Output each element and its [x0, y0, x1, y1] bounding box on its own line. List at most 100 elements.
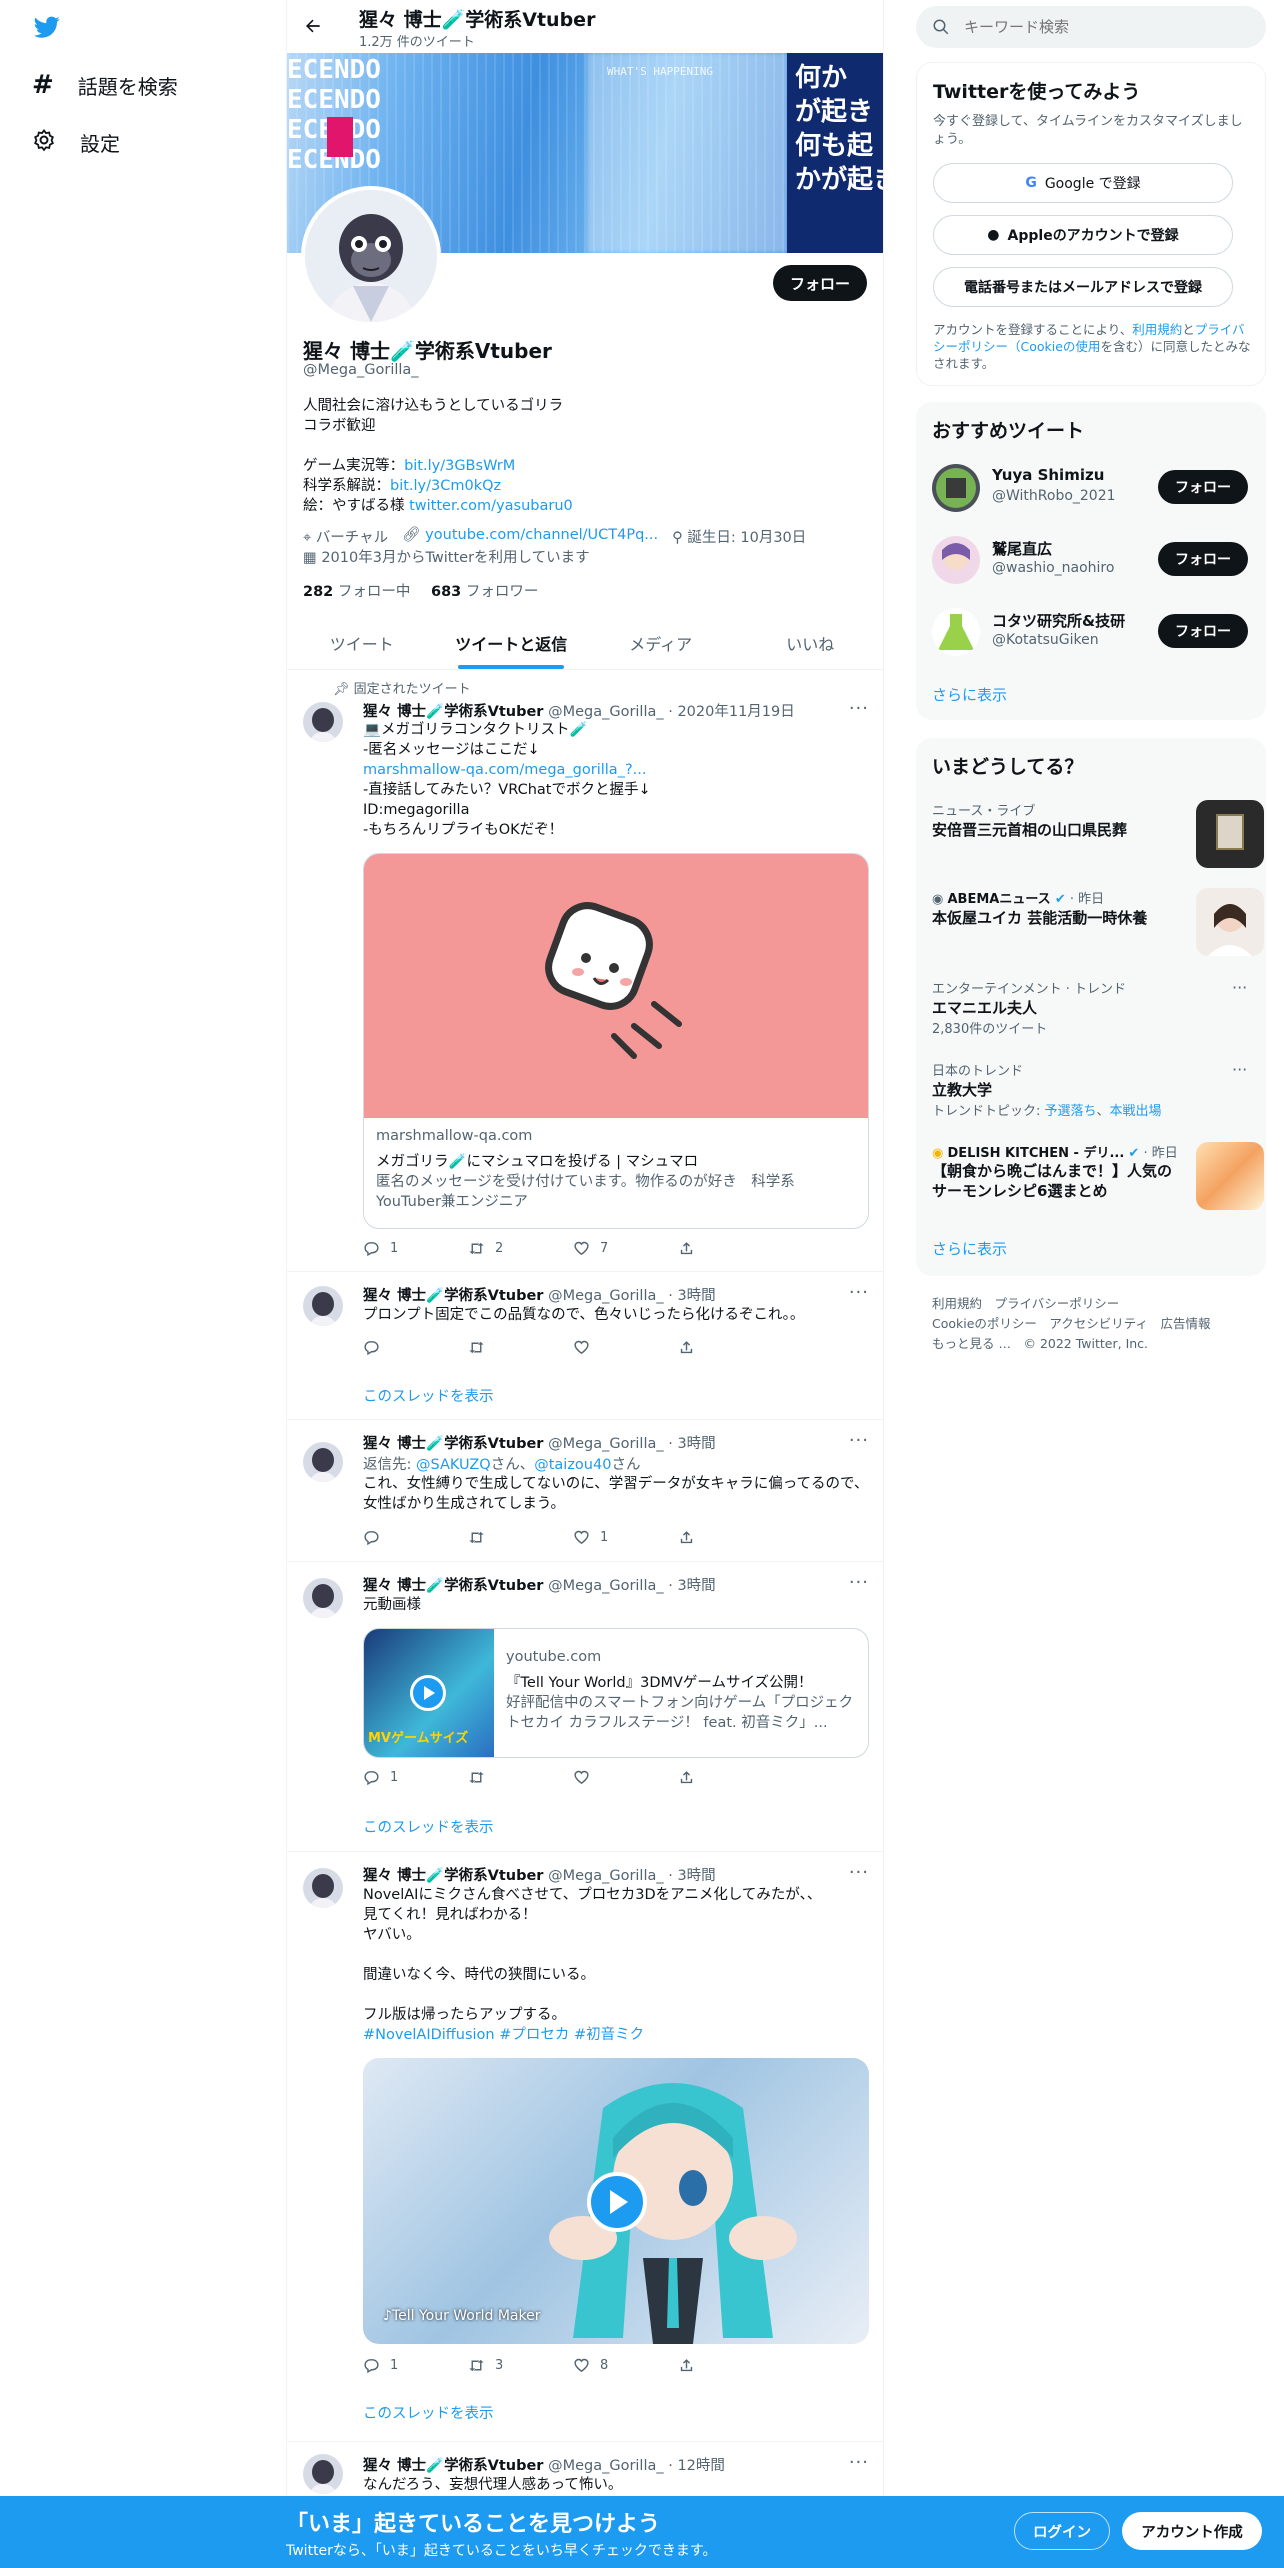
bio-science-link[interactable]: bit.ly/3Cm0kQz: [390, 478, 501, 494]
tweet-time[interactable]: · 3時間: [668, 1288, 715, 1304]
link-card-marshmallow[interactable]: marshmallow-qa.com メガゴリラ🧪にマシュマロを投げる | マシ…: [363, 853, 869, 1229]
like-button[interactable]: 7: [573, 1240, 678, 1257]
login-button[interactable]: ログイン: [1014, 2512, 1110, 2550]
tweet-link[interactable]: marshmallow-qa.com/mega_gorilla_?...: [363, 760, 873, 780]
tweet-time[interactable]: · 2020年11月19日: [668, 704, 795, 720]
tweet-3[interactable]: 猩々 博士🧪学術系Vtuber @Mega_Gorilla_ · 3時間 ···…: [287, 1420, 883, 1562]
topic-link[interactable]: 予選落ち: [1045, 1104, 1097, 1119]
show-thread-link[interactable]: このスレッドを表示: [363, 1385, 494, 1406]
recommended-more-link[interactable]: さらに表示: [932, 684, 1007, 705]
like-button[interactable]: 1: [573, 1529, 678, 1546]
tab-media[interactable]: メディア: [586, 616, 736, 669]
phone-signup-button[interactable]: 電話番号またはメールアドレスで登録: [933, 267, 1233, 307]
tweet-author-name[interactable]: 猩々 博士🧪学術系Vtuber: [363, 1578, 543, 1594]
nav-explore[interactable]: # 話題を検索: [32, 70, 178, 100]
follow-user-button[interactable]: フォロー: [1158, 614, 1248, 648]
footer-line[interactable]: もっと見る … © 2022 Twitter, Inc.: [932, 1334, 1211, 1354]
share-button[interactable]: [678, 1769, 783, 1786]
reply-mention[interactable]: @taizou40: [534, 1457, 611, 1473]
like-button[interactable]: [573, 1769, 678, 1786]
trend-item[interactable]: エンターテインメント · トレンド エマニエル夫人 2,830件のツイート ··…: [932, 978, 1252, 1048]
tab-tweets-replies[interactable]: ツイートと返信: [437, 616, 587, 669]
follow-user-button[interactable]: フォロー: [1158, 542, 1248, 576]
tweet-author-name[interactable]: 猩々 博士🧪学術系Vtuber: [363, 1868, 543, 1884]
search-input[interactable]: [964, 18, 1224, 36]
tweet-author-handle[interactable]: @Mega_Gorilla_: [548, 1868, 664, 1884]
retweet-button[interactable]: 3: [468, 2357, 573, 2374]
recommended-user[interactable]: 鷲尾直広 @washio_naohiro フォロー: [932, 534, 1252, 586]
tweet-avatar[interactable]: [303, 1286, 343, 1326]
reply-button[interactable]: 1: [363, 1240, 468, 1257]
reply-button[interactable]: 1: [363, 1769, 468, 1786]
tab-tweets[interactable]: ツイート: [287, 616, 437, 669]
terms-link[interactable]: 利用規約: [1132, 322, 1182, 337]
tweet-author-handle[interactable]: @Mega_Gorilla_: [548, 1436, 664, 1452]
more-options-icon[interactable]: ···: [849, 1430, 869, 1451]
like-button[interactable]: 8: [573, 2357, 678, 2374]
profile-avatar[interactable]: [301, 186, 441, 326]
play-icon[interactable]: [587, 2172, 647, 2232]
profile-url-link[interactable]: youtube.com/channel/UCT4Pq...: [425, 527, 658, 543]
reply-mention[interactable]: @SAKUZQ: [416, 1457, 491, 1473]
more-options-icon[interactable]: ···: [1232, 978, 1247, 997]
bio-art-link[interactable]: twitter.com/yasubaru0: [409, 498, 573, 514]
retweet-button[interactable]: [468, 1339, 573, 1356]
tweet-author-handle[interactable]: @Mega_Gorilla_: [548, 1288, 664, 1304]
following-link[interactable]: 282 フォロー中: [303, 584, 410, 600]
tweet-author-name[interactable]: 猩々 博士🧪学術系Vtuber: [363, 1436, 543, 1452]
tweet-avatar[interactable]: [303, 1868, 343, 1908]
tweet-author-handle[interactable]: @Mega_Gorilla_: [548, 704, 664, 720]
more-options-icon[interactable]: ···: [1232, 1060, 1247, 1079]
more-options-icon[interactable]: ···: [849, 698, 869, 719]
tweet-pinned[interactable]: 📌︎ 固定されたツイート 猩々 博士🧪学術系Vtuber @Mega_Goril…: [287, 670, 883, 1272]
tweet-avatar[interactable]: [303, 1578, 343, 1618]
tweet-author-name[interactable]: 猩々 博士🧪学術系Vtuber: [363, 704, 543, 720]
retweet-button[interactable]: 2: [468, 1240, 573, 1257]
show-thread-link[interactable]: このスレッドを表示: [363, 1816, 494, 1837]
tab-likes[interactable]: いいね: [736, 616, 884, 669]
create-account-button[interactable]: アカウント作成: [1122, 2512, 1262, 2550]
reply-button[interactable]: [363, 1529, 468, 1546]
more-options-icon[interactable]: ···: [849, 1572, 869, 1593]
tweet-avatar[interactable]: [303, 702, 343, 742]
back-arrow-icon[interactable]: [303, 16, 323, 40]
followers-link[interactable]: 683 フォロワー: [431, 584, 538, 600]
tweet-author-handle[interactable]: @Mega_Gorilla_: [548, 1578, 664, 1594]
follow-user-button[interactable]: フォロー: [1158, 470, 1248, 504]
more-options-icon[interactable]: ···: [849, 1282, 869, 1303]
recommended-user[interactable]: Yuya Shimizu @WithRobo_2021 フォロー: [932, 462, 1252, 514]
bio-game-link[interactable]: bit.ly/3GBsWrM: [404, 458, 515, 474]
tweet-author-name[interactable]: 猩々 博士🧪学術系Vtuber: [363, 1288, 543, 1304]
tweet-avatar[interactable]: [303, 1442, 343, 1482]
like-button[interactable]: [573, 1339, 678, 1356]
twitter-logo-icon[interactable]: [32, 14, 62, 44]
google-signup-button[interactable]: G Google で登録: [933, 163, 1233, 203]
topic-link[interactable]: 本戦出場: [1110, 1104, 1162, 1119]
footer-line[interactable]: Cookieのポリシー アクセシビリティ 広告情報: [932, 1314, 1211, 1334]
tweet-time[interactable]: · 3時間: [668, 1436, 715, 1452]
tweet-avatar[interactable]: [303, 2454, 343, 2494]
share-button[interactable]: [678, 1240, 783, 1257]
trend-item[interactable]: ◉ ABEMAニュース ✔ · 昨日 本仮屋ユイカ 芸能活動一時休養: [932, 888, 1264, 958]
tweet-time[interactable]: · 3時間: [668, 1868, 715, 1884]
more-options-icon[interactable]: ···: [849, 1862, 869, 1883]
tweet-5[interactable]: 猩々 博士🧪学術系Vtuber @Mega_Gorilla_ · 3時間 ···…: [287, 1852, 883, 2442]
show-thread-link[interactable]: このスレッドを表示: [363, 2402, 494, 2423]
tweet-time[interactable]: · 12時間: [668, 2458, 725, 2474]
tweet-hashtags[interactable]: #NovelAIDiffusion #プロセカ #初音ミク: [363, 2025, 873, 2045]
search-box[interactable]: [916, 6, 1266, 48]
link-card-youtube[interactable]: MVゲームサイズ youtube.com 『Tell Your World』3D…: [363, 1628, 869, 1758]
trend-item[interactable]: 日本のトレンド 立教大学 トレンドトピック: 予選落ち、本戦出場 ···: [932, 1060, 1252, 1130]
tweet-video[interactable]: ♪Tell Your World Maker: [363, 2058, 869, 2344]
recommended-user[interactable]: コタツ研究所&技研 @KotatsuGiken フォロー: [932, 606, 1252, 658]
apple-signup-button[interactable]: ● Appleのアカウントで登録: [933, 215, 1233, 255]
trends-more-link[interactable]: さらに表示: [932, 1238, 1007, 1259]
footer-line[interactable]: 利用規約 プライバシーポリシー: [932, 1294, 1211, 1314]
trend-item[interactable]: ◉ DELISH KITCHEN - デリ... ✔ · 昨日 【朝食から晩ごは…: [932, 1142, 1264, 1218]
nav-settings[interactable]: 設定: [32, 128, 120, 157]
tweet-6[interactable]: 猩々 博士🧪学術系Vtuber @Mega_Gorilla_ · 12時間 ··…: [287, 2442, 883, 2500]
retweet-button[interactable]: [468, 1529, 573, 1546]
reply-button[interactable]: [363, 1339, 468, 1356]
share-button[interactable]: [678, 2357, 783, 2374]
tweet-4[interactable]: 猩々 博士🧪学術系Vtuber @Mega_Gorilla_ · 3時間 ···…: [287, 1562, 883, 1852]
